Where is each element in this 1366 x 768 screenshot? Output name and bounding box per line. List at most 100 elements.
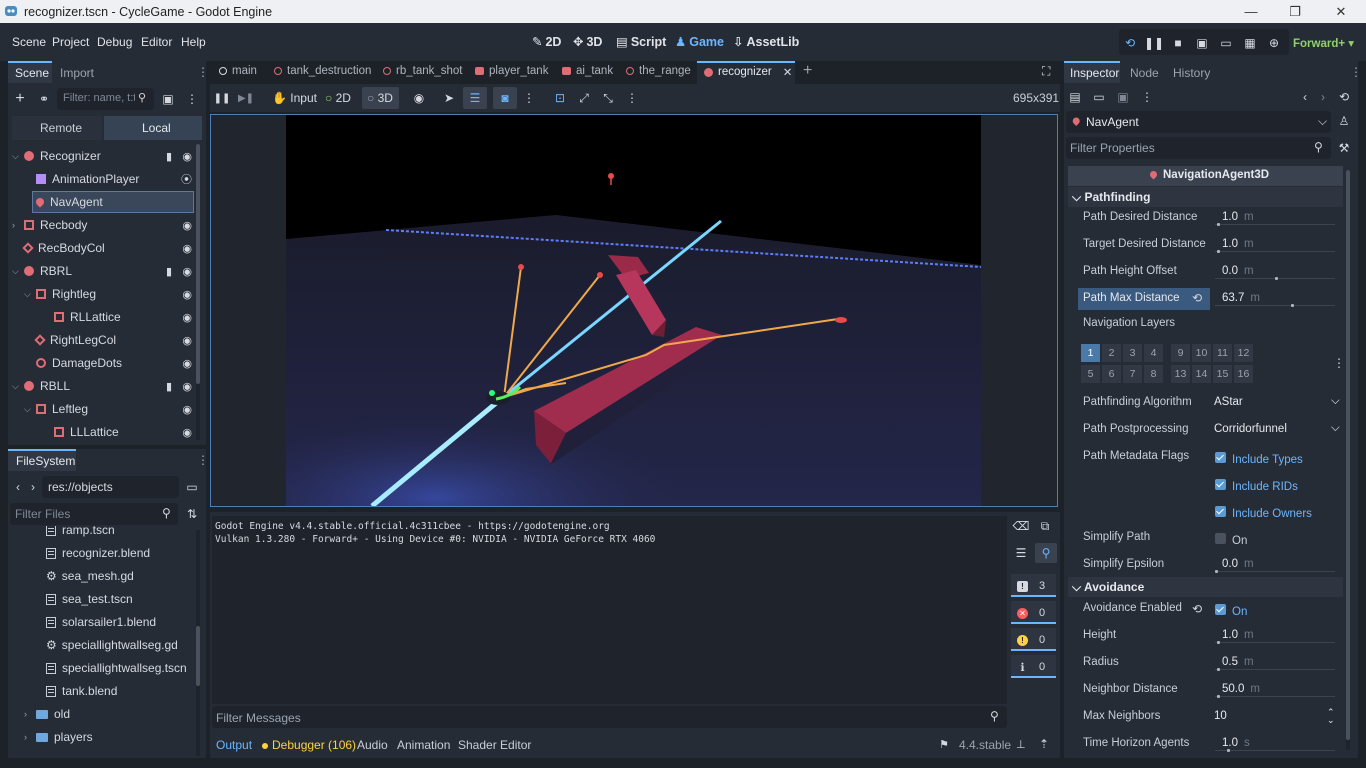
menu-help[interactable]: Help — [181, 35, 206, 49]
slider-grabber[interactable] — [1217, 641, 1221, 644]
scene-tab-recognizer[interactable]: recognizer ✕ — [704, 65, 792, 79]
pathfinding-algorithm-select[interactable]: AStar ⌵ — [1213, 392, 1340, 412]
tree-node-rightleg[interactable]: ⌵ Rightleg ◉ — [12, 283, 194, 305]
tree-node-damagedots[interactable]: DamageDots ◉ — [12, 352, 194, 374]
scene-tab-rb-tank-shot[interactable]: rb_tank_shot — [383, 65, 463, 77]
layer-12-toggle[interactable]: 12 — [1234, 344, 1253, 362]
avoidance-enabled-checkbox[interactable]: On — [1215, 604, 1247, 618]
filter-files-input[interactable]: Filter Files ⚲ — [10, 503, 178, 525]
close-tab-icon[interactable]: ✕ — [783, 65, 793, 79]
folder-item[interactable]: › old — [24, 703, 70, 725]
visibility-eye-icon[interactable]: ◉ — [182, 265, 192, 278]
filter-messages-input[interactable]: Filter Messages ⚲ — [212, 706, 1007, 728]
menu-project[interactable]: Project — [52, 35, 89, 49]
file-item[interactable]: sea_test.tscn — [46, 588, 133, 610]
next-frame-icon[interactable]: ▶❚ — [236, 88, 256, 108]
path-input[interactable]: res://objects — [42, 476, 179, 498]
scene-tab-player-tank[interactable]: player_tank — [475, 65, 548, 77]
bottom-tab-shader-editor[interactable]: Shader Editor — [458, 738, 531, 752]
pin-icon[interactable]: ⊥ — [1016, 738, 1026, 751]
visibility-eye-icon[interactable]: ◉ — [182, 380, 192, 393]
pause-icon[interactable]: ❚❚ — [1144, 33, 1164, 53]
more-icon[interactable]: ⋮ — [519, 88, 539, 108]
output-log[interactable]: Godot Engine v4.4.stable.official.4c311c… — [212, 516, 1007, 704]
select-arrow-icon[interactable]: ➤ — [439, 88, 459, 108]
bottom-tab-output[interactable]: Output — [216, 738, 252, 752]
remote-debug-icon[interactable]: ▣ — [1192, 33, 1212, 53]
bottom-tab-audio[interactable]: Audio — [357, 738, 388, 752]
maximize-button[interactable]: ❐ — [1272, 0, 1318, 23]
tree-node-recognizer[interactable]: ⌵ Recognizer ▮ ◉ — [12, 145, 194, 167]
movie-maker-icon[interactable]: ⊕ — [1264, 33, 1284, 53]
revert-icon[interactable]: ⟲ — [1192, 602, 1202, 616]
update-spinner-icon[interactable]: ⚑ — [939, 738, 949, 751]
file-item[interactable]: ⚙ speciallightwallseg.gd — [46, 634, 178, 656]
collapse-icon[interactable]: ☰ — [1011, 543, 1031, 563]
workspace-3d[interactable]: ✥ 3D — [573, 34, 602, 50]
save-icon[interactable]: ▣ — [1113, 87, 1133, 107]
folder-item[interactable]: › players — [24, 726, 93, 748]
dock-menu-icon[interactable]: ⋮ — [197, 65, 209, 79]
reload-icon[interactable]: ⟲ — [1120, 33, 1140, 53]
max-neighbors-spinbox[interactable]: 10 ⌃ ⌄ — [1213, 706, 1337, 726]
layer-3-toggle[interactable]: 3 — [1123, 344, 1142, 362]
filter-properties-input[interactable]: Filter Properties ⚲ — [1066, 137, 1331, 159]
embed-game-icon[interactable]: ⊡ — [550, 88, 570, 108]
path-max-distance-field[interactable]: 63.7 m — [1213, 288, 1337, 308]
bottom-tab-debugger[interactable]: Debugger (106) — [262, 738, 356, 752]
path-desired-distance-field[interactable]: 1.0 m — [1213, 207, 1337, 227]
link-icon[interactable]: ⚭ — [34, 89, 54, 109]
scene-tab-tank-destruction[interactable]: tank_destruction — [274, 65, 371, 77]
layer-14-toggle[interactable]: 14 — [1192, 365, 1211, 383]
node-selector[interactable]: NavAgent ⌵ — [1066, 111, 1331, 133]
slider-grabber[interactable] — [1215, 570, 1218, 573]
slider-grabber[interactable] — [1290, 304, 1294, 307]
layer-10-toggle[interactable]: 10 — [1192, 344, 1211, 362]
history-forward-icon[interactable]: › — [1313, 87, 1333, 107]
script-icon[interactable]: ▮ — [166, 265, 172, 278]
clear-output-icon[interactable]: ⌫ — [1011, 516, 1031, 536]
menu-debug[interactable]: Debug — [97, 35, 132, 49]
time-horizon-agents-field[interactable]: 1.0 s — [1213, 733, 1337, 753]
visibility-eye-icon[interactable]: ◉ — [182, 311, 192, 324]
visibility-eye-icon[interactable]: ◉ — [182, 426, 192, 439]
tree-node-rllattice[interactable]: RLLattice ◉ — [12, 306, 194, 328]
tree-node-lllattice[interactable]: LLLattice ◉ — [12, 421, 194, 443]
slider-grabber[interactable] — [1227, 749, 1230, 752]
tree-node-rbrl[interactable]: ⌵ RBRL ▮ ◉ — [12, 260, 194, 282]
layer-6-toggle[interactable]: 6 — [1102, 365, 1121, 383]
tree-node-animationplayer[interactable]: AnimationPlayer ⦿ — [12, 168, 194, 190]
visibility-eye-icon[interactable]: ◉ — [409, 88, 429, 108]
input-toggle[interactable]: ✋ Input — [272, 91, 317, 105]
include-owners-checkbox[interactable]: Include Owners — [1215, 506, 1312, 520]
radius-field[interactable]: 0.5 m — [1213, 652, 1337, 672]
dock-menu-icon[interactable]: ⋮ — [1350, 65, 1362, 79]
add-tab-icon[interactable]: + — [803, 62, 812, 80]
visibility-eye-icon[interactable]: ◉ — [182, 150, 192, 163]
layer-5-toggle[interactable]: 5 — [1081, 365, 1100, 383]
visibility-eye-icon[interactable]: ◉ — [182, 334, 192, 347]
tree-node-recbody[interactable]: › Recbody ◉ — [12, 214, 194, 236]
layers-menu-icon[interactable]: ⋮ — [1333, 356, 1345, 370]
inspector-scrollbar[interactable] — [1346, 170, 1350, 750]
scene-filter-input[interactable]: Filter: name, t:t ⚲ — [57, 88, 154, 110]
include-rids-checkbox[interactable]: Include RIDs — [1215, 479, 1298, 493]
layer-9-toggle[interactable]: 9 — [1171, 344, 1190, 362]
slider-grabber[interactable] — [1217, 695, 1221, 698]
simplify-epsilon-field[interactable]: 0.0 m — [1213, 554, 1337, 574]
workspace-game[interactable]: ♟ Game — [675, 34, 724, 50]
tab-node[interactable]: Node — [1130, 66, 1159, 80]
distraction-free-icon[interactable]: ⛶ — [1042, 64, 1050, 79]
slider-grabber[interactable] — [1217, 668, 1221, 671]
simplify-path-checkbox[interactable]: On — [1215, 533, 1247, 547]
tree-node-rightlegcol[interactable]: RightLegCol ◉ — [12, 329, 194, 351]
file-item[interactable]: ⚙ sea_mesh.gd — [46, 565, 134, 587]
scene-tab-the-range[interactable]: the_range — [626, 65, 691, 77]
dock-menu-icon[interactable]: ⋮ — [197, 453, 209, 467]
new-resource-icon[interactable]: ▤ — [1065, 87, 1085, 107]
layer-4-toggle[interactable]: 4 — [1144, 344, 1163, 362]
visibility-eye-icon[interactable]: ◉ — [182, 219, 192, 232]
keep-aspect-icon[interactable]: ⤢ — [574, 88, 594, 108]
include-types-checkbox[interactable]: Include Types — [1215, 452, 1303, 466]
stop-icon[interactable]: ■ — [1168, 33, 1188, 53]
